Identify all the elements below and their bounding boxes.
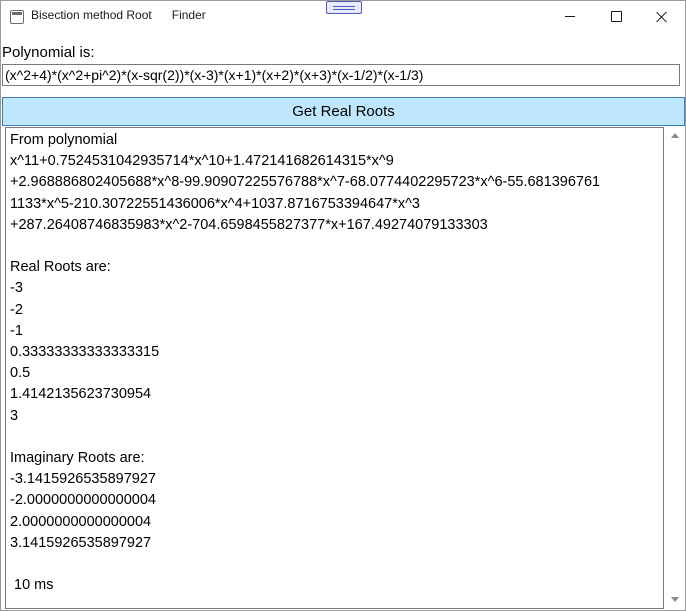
maximize-icon	[610, 11, 622, 22]
polynomial-input[interactable]	[2, 64, 680, 86]
get-real-roots-button[interactable]: Get Real Roots	[2, 97, 685, 126]
snap-handle[interactable]	[326, 1, 362, 14]
maximize-button[interactable]	[593, 1, 639, 32]
polynomial-label: Polynomial is:	[2, 44, 95, 61]
scroll-down-arrow-icon[interactable]	[671, 597, 679, 602]
scroll-up-arrow-icon[interactable]	[671, 133, 679, 138]
close-icon	[656, 11, 668, 23]
output-textbox[interactable]: From polynomial x^11+0.7524531042935714*…	[5, 127, 664, 609]
vertical-scrollbar[interactable]	[666, 127, 683, 609]
output-text: From polynomial x^11+0.7524531042935714*…	[10, 132, 601, 594]
minimize-button[interactable]	[547, 1, 593, 32]
minimize-icon	[565, 16, 575, 17]
window-title: Bisection method Root Finder	[31, 8, 206, 22]
close-button[interactable]	[639, 1, 685, 32]
title-bar[interactable]: Bisection method Root Finder	[1, 1, 685, 32]
app-window: Bisection method Root Finder Polynomial …	[0, 0, 686, 611]
app-window-icon	[10, 10, 24, 24]
